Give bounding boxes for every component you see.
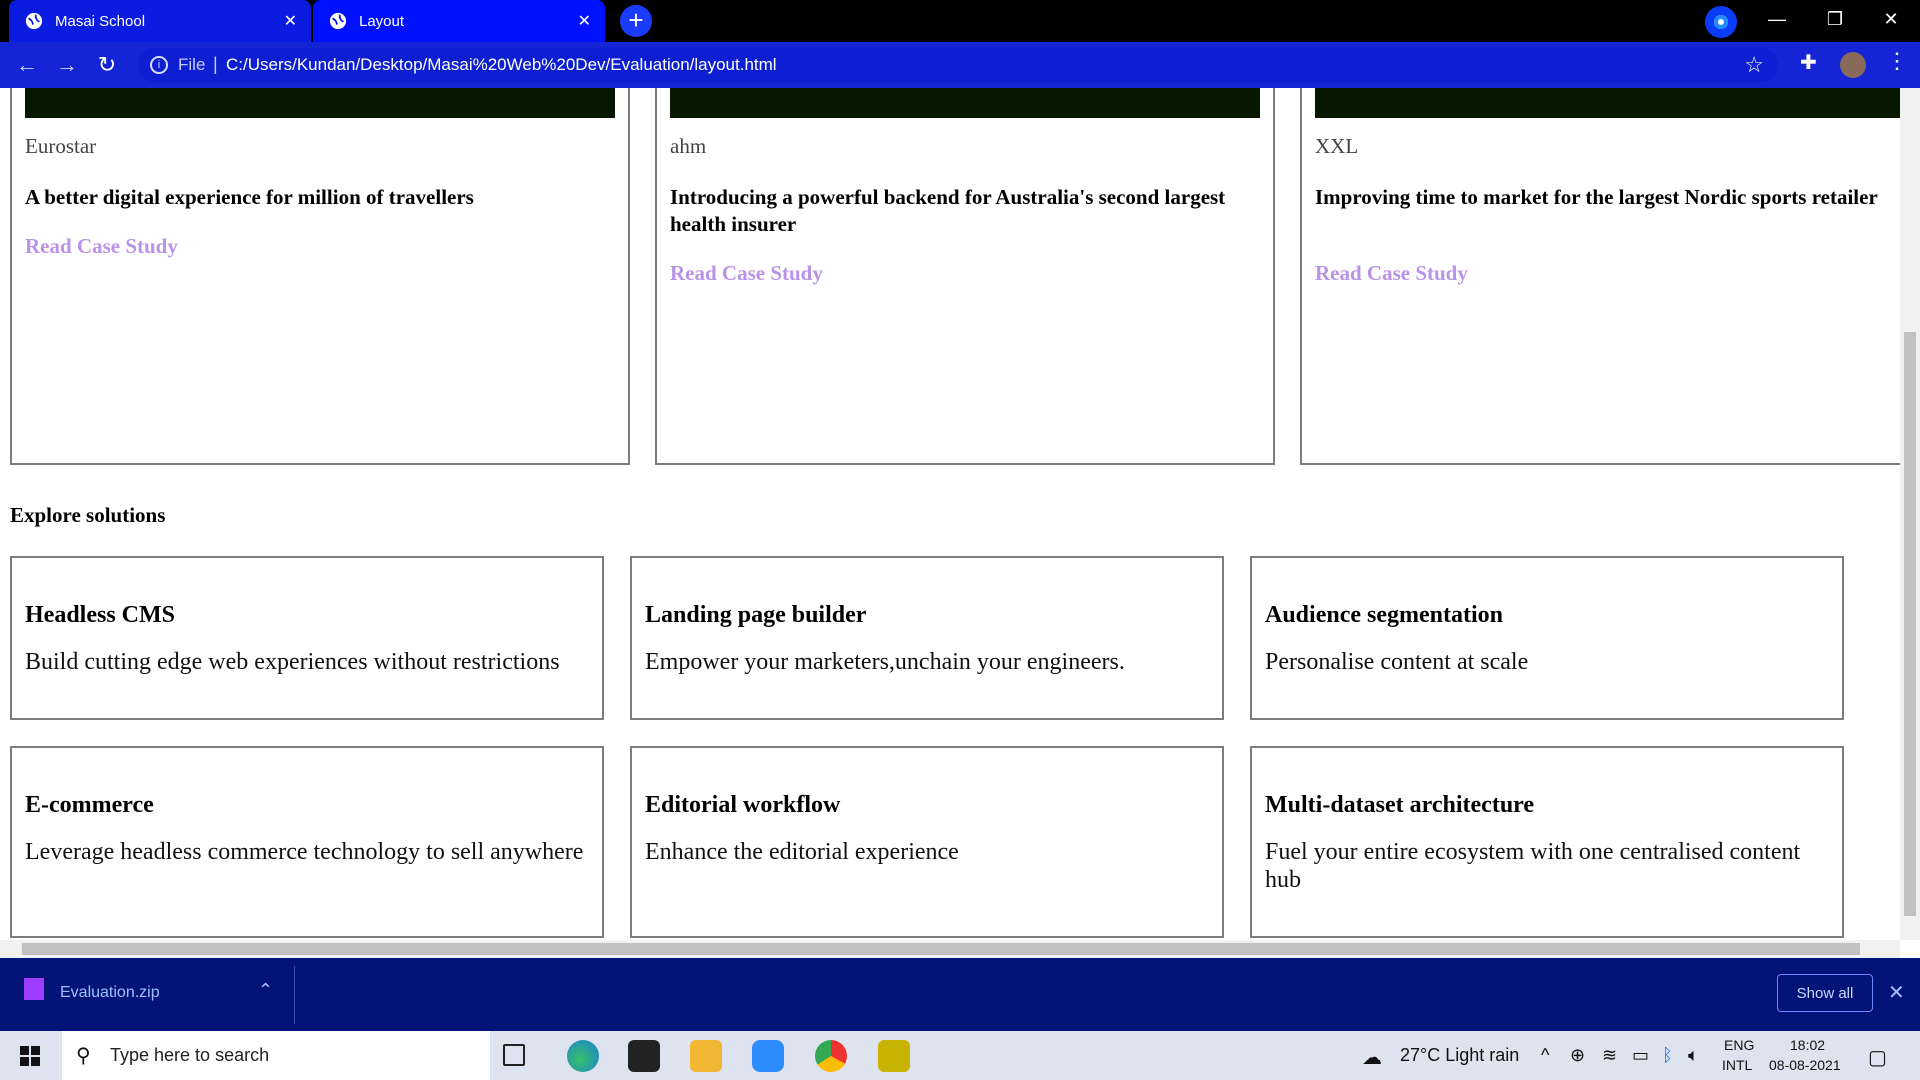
page-viewport: Eurostar A better digital experience for…: [0, 88, 1900, 940]
weather-text[interactable]: 27°C Light rain: [1400, 1045, 1519, 1066]
case-study-image: [25, 88, 615, 118]
case-study-brand: ahm: [670, 134, 707, 158]
forward-arrow-icon[interactable]: →: [52, 50, 82, 80]
restore-button[interactable]: ❐: [1812, 0, 1858, 38]
case-study-card: Eurostar A better digital experience for…: [10, 88, 630, 465]
task-view-icon[interactable]: [503, 1044, 525, 1066]
case-study-brand: XXL: [1315, 134, 1359, 158]
close-tab-icon[interactable]: ✕: [578, 11, 591, 31]
chevron-up-icon[interactable]: ⌃: [258, 980, 273, 1001]
file-explorer-icon[interactable]: [690, 1040, 722, 1072]
close-tab-icon[interactable]: ✕: [284, 11, 297, 31]
solution-title: Multi-dataset architecture: [1265, 792, 1535, 818]
back-arrow-icon[interactable]: ←: [12, 50, 42, 80]
solution-card[interactable]: Headless CMS Build cutting edge web expe…: [10, 556, 604, 720]
solution-description: Leverage headless commerce technology to…: [25, 839, 584, 865]
store-icon[interactable]: [628, 1040, 660, 1072]
case-study-card: ahm Introducing a powerful backend for A…: [655, 88, 1275, 465]
zoom-icon[interactable]: [752, 1040, 784, 1072]
vertical-scroll-thumb[interactable]: [1904, 332, 1916, 916]
solution-description: Personalise content at scale: [1265, 649, 1529, 675]
case-study-image: [1315, 88, 1900, 118]
volume-icon[interactable]: 🔈︎: [1688, 1045, 1699, 1066]
notification-icon[interactable]: ▢: [1868, 1045, 1887, 1070]
tab-title: Masai School: [55, 12, 146, 30]
url-text[interactable]: C:/Users/Kundan/Desktop/Masai%20Web%20De…: [226, 55, 777, 75]
whatsapp-icon[interactable]: [878, 1040, 910, 1072]
zip-file-icon: [24, 978, 44, 1000]
case-study-brand: Eurostar: [25, 134, 97, 158]
case-study-headline: Introducing a powerful backend for Austr…: [670, 185, 1226, 236]
solution-card[interactable]: Landing page builder Empower your market…: [630, 556, 1224, 720]
language-top[interactable]: ENG: [1724, 1037, 1754, 1053]
menu-kebab-icon[interactable]: ⋮: [1886, 48, 1908, 74]
chrome-profile-icon[interactable]: [1705, 6, 1737, 38]
clock-time[interactable]: 18:02: [1790, 1037, 1825, 1053]
solution-title: Landing page builder: [645, 602, 867, 628]
solution-title: Audience segmentation: [1265, 602, 1503, 628]
tab-layout[interactable]: Layout ✕: [313, 0, 605, 42]
solution-description: Build cutting edge web experiences witho…: [25, 649, 560, 675]
bluetooth-icon[interactable]: ᛒ: [1662, 1045, 1673, 1066]
solution-description: Enhance the editorial experience: [645, 839, 959, 865]
horizontal-scrollbar[interactable]: [0, 940, 1900, 958]
case-study-headline: Improving time to market for the largest…: [1315, 185, 1878, 209]
download-shelf: Evaluation.zip ⌃ Show all ✕: [0, 958, 1920, 1031]
battery-icon[interactable]: ▭: [1632, 1045, 1649, 1066]
case-study-headline: A better digital experience for million …: [25, 185, 474, 209]
solution-card[interactable]: Multi-dataset architecture Fuel your ent…: [1250, 746, 1844, 938]
bookmark-star-icon[interactable]: ☆: [1744, 52, 1764, 78]
read-case-study-link[interactable]: Read Case Study: [25, 234, 178, 259]
solution-card[interactable]: Audience segmentation Personalise conten…: [1250, 556, 1844, 720]
solution-card[interactable]: Editorial workflow Enhance the editorial…: [630, 746, 1224, 938]
solution-card[interactable]: E-commerce Leverage headless commerce te…: [10, 746, 604, 938]
edge-icon[interactable]: [567, 1040, 599, 1072]
chrome-icon[interactable]: [815, 1040, 847, 1072]
wifi-icon[interactable]: ≋: [1602, 1045, 1617, 1066]
browser-toolbar: ← → ↻ i File | C:/Users/Kundan/Desktop/M…: [0, 42, 1920, 88]
close-icon[interactable]: ✕: [1888, 980, 1905, 1005]
read-case-study-link[interactable]: Read Case Study: [670, 261, 823, 286]
read-case-study-link[interactable]: Read Case Study: [1315, 261, 1468, 286]
solution-description: Empower your marketers,unchain your engi…: [645, 649, 1125, 675]
solution-title: E-commerce: [25, 792, 154, 818]
divider: [294, 966, 295, 1024]
tab-masai-school[interactable]: Masai School ✕: [9, 0, 311, 42]
globe-icon: [25, 12, 43, 30]
taskbar-search-box[interactable]: ⚲ Type here to search: [62, 1031, 490, 1080]
tab-title: Layout: [359, 12, 405, 30]
explore-solutions-heading: Explore solutions: [10, 503, 166, 527]
separator: |: [213, 54, 218, 74]
windows-taskbar: ⚲ Type here to search ☁ 27°C Light rain …: [0, 1031, 1920, 1080]
info-icon[interactable]: i: [150, 56, 168, 74]
avatar[interactable]: [1840, 52, 1866, 78]
language-bottom[interactable]: INTL: [1722, 1057, 1752, 1073]
case-study-image: [670, 88, 1260, 118]
download-filename[interactable]: Evaluation.zip: [60, 984, 160, 1002]
show-all-button[interactable]: Show all: [1777, 974, 1873, 1012]
solution-title: Editorial workflow: [645, 792, 841, 818]
clock-date[interactable]: 08-08-2021: [1769, 1057, 1841, 1073]
network-globe-icon[interactable]: ⊕: [1570, 1045, 1585, 1066]
case-study-card: XXL Improving time to market for the lar…: [1300, 88, 1900, 465]
vertical-scrollbar[interactable]: [1900, 88, 1920, 940]
globe-icon: [329, 12, 347, 30]
weather-cloud-icon[interactable]: ☁: [1362, 1045, 1382, 1070]
search-icon: ⚲: [76, 1045, 91, 1067]
file-scheme-label: File: [178, 55, 206, 74]
solution-title: Headless CMS: [25, 602, 175, 628]
search-placeholder: Type here to search: [110, 1045, 270, 1065]
reload-icon[interactable]: ↻: [92, 50, 122, 80]
browser-title-bar: Masai School ✕ Layout ✕ + — ❐ ✕: [0, 0, 1920, 42]
windows-start-icon[interactable]: [20, 1046, 40, 1066]
chevron-up-icon[interactable]: ^: [1541, 1045, 1549, 1066]
minimize-button[interactable]: —: [1754, 0, 1800, 38]
solution-description: Fuel your entire ecosystem with one cent…: [1265, 839, 1801, 893]
extensions-puzzle-icon[interactable]: ✚: [1800, 50, 1822, 74]
new-tab-button[interactable]: +: [620, 5, 652, 37]
horizontal-scroll-thumb[interactable]: [22, 943, 1860, 955]
close-window-button[interactable]: ✕: [1868, 0, 1914, 38]
address-bar[interactable]: i File | C:/Users/Kundan/Desktop/Masai%2…: [138, 48, 1778, 82]
